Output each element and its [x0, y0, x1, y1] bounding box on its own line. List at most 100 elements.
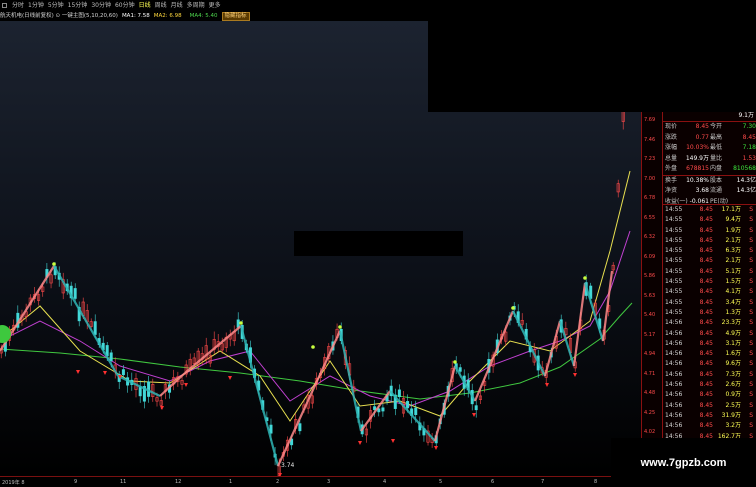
- period-tab[interactable]: 月线: [169, 0, 185, 11]
- signal-dot-icon: [338, 325, 342, 329]
- quote-label: 换手: [665, 176, 678, 184]
- hide-indicator-button[interactable]: 隐藏指标: [221, 11, 250, 21]
- price-scale-label: 4.25: [644, 409, 656, 416]
- trade-volume: 1.5万: [725, 278, 741, 286]
- date-tick-label: 2019年 8: [2, 480, 25, 486]
- trade-row: 14:55 8.45 2.1万 S: [663, 236, 756, 246]
- trade-direction: S: [749, 308, 753, 316]
- trade-price: 8.45: [699, 236, 713, 244]
- trade-price: 8.45: [699, 370, 713, 378]
- toolbar-checkbox[interactable]: [2, 3, 7, 8]
- date-tick-label: 9: [74, 479, 78, 485]
- trade-time: 14:55: [665, 257, 683, 265]
- trade-price: 8.45: [699, 288, 713, 296]
- trade-row: 14:56 8.45 2.6万 S: [663, 380, 756, 390]
- quote-label: 涨幅: [665, 144, 678, 151]
- redaction-block-top-right: [428, 0, 756, 112]
- quote-label: 股本: [710, 176, 723, 184]
- candle-body: [414, 407, 418, 415]
- period-tab[interactable]: 分时: [10, 0, 26, 11]
- quote-label: 内盘: [710, 165, 723, 172]
- trade-detail-table[interactable]: 14:55 8.45 17.1万 S 14:55 8.45 9.4万 S 14:55 8.45 1.…: [662, 204, 756, 442]
- trade-price: 8.45: [699, 329, 713, 337]
- trade-row: 14:56 8.45 0.9万 S: [663, 390, 756, 400]
- trade-volume: 1.6万: [725, 350, 741, 358]
- trade-time: 14:56: [665, 319, 683, 327]
- trade-volume: 5.1万: [725, 267, 741, 275]
- trade-direction: S: [749, 257, 753, 265]
- trade-volume: 2.1万: [725, 236, 741, 244]
- date-tick-label: 4: [383, 479, 387, 485]
- price-scale-label: 7.23: [644, 156, 656, 162]
- date-tick-label: 8: [594, 479, 598, 485]
- quote-value: 8.45: [742, 133, 756, 141]
- trade-volume: 4.9万: [725, 329, 741, 337]
- candle-body: [381, 407, 385, 412]
- price-scale-label: 7.00: [644, 175, 656, 182]
- trade-time: 14:55: [665, 308, 683, 316]
- period-tab[interactable]: 日线: [137, 0, 153, 11]
- trade-row: 14:55 8.45 3.4万 S: [663, 298, 756, 308]
- quote-row: 现价 8.45 今开 7.30: [663, 122, 756, 133]
- redaction-block-center: [294, 231, 463, 256]
- date-tick-label: 3: [327, 479, 331, 485]
- signal-dot-icon: [239, 321, 243, 325]
- quote-value: 810568: [733, 165, 756, 172]
- trade-row: 14:55 8.45 4.1万 S: [663, 287, 756, 297]
- price-scale-label: 5.17: [644, 331, 656, 338]
- price-scale-label: 6.09: [644, 253, 656, 260]
- trade-direction: S: [749, 319, 753, 327]
- trade-price: 8.45: [699, 308, 713, 316]
- indicator-title[interactable]: 航天机电(日线前复权) ⊙ 一键主图(5,10,20,60): [0, 11, 118, 21]
- period-tab[interactable]: 5分钟: [46, 0, 66, 11]
- date-tick-label: 1: [229, 479, 233, 485]
- price-scale-label: 4.48: [644, 390, 656, 396]
- trade-time: 14:56: [665, 329, 683, 337]
- trade-direction: S: [749, 298, 753, 306]
- trade-volume: 1.3万: [725, 308, 741, 316]
- trade-volume: 2.6万: [725, 381, 741, 389]
- quote-value: 10.38%: [686, 176, 709, 184]
- trade-direction: S: [749, 278, 753, 286]
- trade-price: 8.45: [699, 411, 713, 419]
- trade-row: 14:56 8.45 9.6万 S: [663, 359, 756, 369]
- trade-volume: 3.2万: [725, 422, 741, 430]
- trade-price: 8.45: [699, 278, 713, 286]
- period-tab[interactable]: 更多: [207, 0, 223, 11]
- trade-direction: S: [749, 226, 753, 234]
- trade-volume: 1.9万: [725, 226, 741, 234]
- period-tab[interactable]: 多周期: [185, 0, 207, 11]
- date-tick-label: 7: [541, 479, 545, 485]
- trade-price: 8.45: [699, 422, 713, 430]
- trade-price: 8.45: [699, 381, 713, 389]
- quote-label: 总量: [665, 154, 678, 162]
- quote-label: 最低: [710, 144, 723, 151]
- period-tab[interactable]: 30分钟: [89, 0, 113, 11]
- trade-row: 14:55 8.45 9.4万 S: [663, 215, 756, 225]
- period-tab[interactable]: 周线: [153, 0, 169, 11]
- trade-row: 14:55 8.45 6.3万 S: [663, 246, 756, 256]
- trade-row: 14:56 8.45 31.9万 S: [663, 411, 756, 421]
- price-scale: 7.69 7.46 7.23 7.00 6.78 6.55 6.32 6.09 5.86 5.63…: [642, 111, 662, 441]
- trade-direction: S: [749, 391, 753, 399]
- signal-dot-icon: [52, 262, 56, 266]
- period-tab[interactable]: 60分钟: [113, 0, 137, 11]
- trade-time: 14:56: [665, 350, 683, 358]
- trade-price: 8.45: [699, 216, 713, 224]
- period-tab[interactable]: 1分钟: [26, 0, 46, 11]
- trade-price: 8.45: [699, 257, 713, 265]
- trade-direction: S: [749, 350, 753, 358]
- date-axis: 2019年 8 9 11 12 1 2 3 4 5 6 7 8: [0, 476, 641, 487]
- trade-volume: 3.4万: [725, 298, 741, 306]
- trade-time: 14:55: [665, 236, 683, 244]
- candle-body: [73, 288, 77, 299]
- quote-value: 7.30: [742, 123, 756, 130]
- price-scale-label: 4.71: [644, 370, 656, 377]
- date-tick-label: 6: [491, 479, 495, 485]
- trade-direction: S: [749, 216, 753, 224]
- trade-price: 8.45: [699, 298, 713, 306]
- trade-time: 14:55: [665, 226, 683, 234]
- trade-row: 14:55 8.45 5.1万 S: [663, 267, 756, 277]
- quote-value: 8.45: [695, 123, 709, 130]
- period-tab[interactable]: 15分钟: [66, 0, 90, 11]
